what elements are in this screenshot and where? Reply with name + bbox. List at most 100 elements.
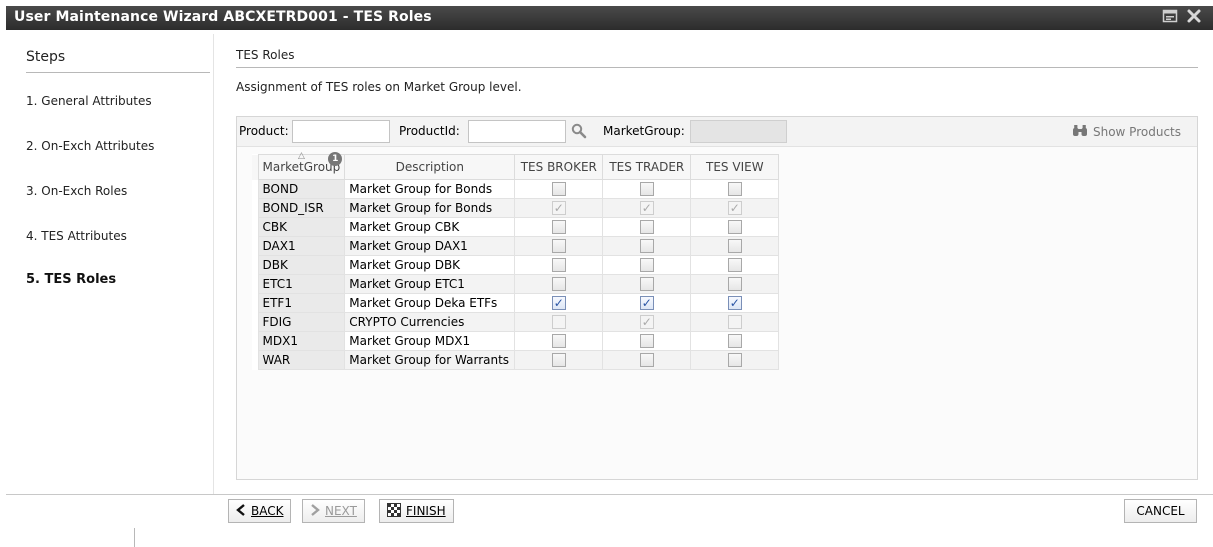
tes-trader-checkbox[interactable] [639,334,654,349]
tes-trader-checkbox[interactable]: ✓ [639,296,654,311]
table-row[interactable]: BOND Market Group for Bonds [252,179,780,199]
next-button[interactable]: NEXT [302,499,365,523]
step-on-exch-attributes[interactable]: 2. On-Exch Attributes [26,139,154,153]
cell-description[interactable]: CRYPTO Currencies [344,312,516,332]
chevron-right-icon [310,503,320,519]
tes-broker-checkbox[interactable]: ✓ [551,296,566,311]
tes-broker-checkbox[interactable] [551,277,566,292]
cell-tes-broker [514,236,604,256]
table-row[interactable]: ETC1 Market Group ETC1 [252,274,780,294]
table-row[interactable]: BOND_ISR Market Group for Bonds ✓ ✓ ✓ [252,198,780,218]
tes-trader-checkbox[interactable] [639,277,654,292]
finish-button[interactable]: FINISH [379,499,454,523]
step-on-exch-roles[interactable]: 3. On-Exch Roles [26,184,127,198]
tes-broker-checkbox[interactable] [551,239,566,254]
tes-view-checkbox[interactable]: ✓ [727,296,742,311]
tes-trader-checkbox[interactable] [639,258,654,273]
table-row[interactable]: WAR Market Group for Warrants [252,350,780,370]
section-title: TES Roles [236,48,295,62]
cell-tes-broker [514,179,604,199]
cell-marketgroup[interactable]: CBK [257,217,346,237]
tes-view-checkbox[interactable] [727,239,742,254]
tes-trader-checkbox[interactable] [639,239,654,254]
show-products-button[interactable]: Show Products [1072,124,1181,140]
cell-marketgroup[interactable]: ETF1 [257,293,346,313]
column-header-tes-trader[interactable]: TES TRADER [602,154,692,180]
tes-trader-checkbox[interactable] [639,182,654,197]
cell-tes-trader: ✓ [602,312,692,332]
cell-description[interactable]: Market Group DAX1 [344,236,516,256]
tes-view-checkbox[interactable] [727,220,742,235]
chevron-left-icon [236,503,246,519]
cell-description[interactable]: Market Group CBK [344,217,516,237]
tes-broker-checkbox[interactable] [551,353,566,368]
cell-marketgroup[interactable]: BOND [257,179,346,199]
tes-broker-checkbox[interactable] [551,220,566,235]
marketgroup-input [690,120,787,143]
column-header-marketgroup[interactable]: △ MarketGroup 1 [257,151,346,180]
cell-description[interactable]: Market Group ETC1 [344,274,516,294]
cell-marketgroup[interactable]: FDIG [257,312,346,332]
table-row[interactable]: MDX1 Market Group MDX1 [252,331,780,351]
cell-description[interactable]: Market Group DBK [344,255,516,275]
step-tes-attributes[interactable]: 4. TES Attributes [26,229,127,243]
back-label: BACK [251,504,284,518]
cell-tes-broker [514,255,604,275]
cell-tes-trader [602,331,692,351]
table-row[interactable]: CBK Market Group CBK [252,217,780,237]
cell-tes-view [690,217,780,237]
productid-label: ProductId: [399,124,460,138]
cell-tes-view [690,236,780,256]
tes-broker-checkbox[interactable] [551,182,566,197]
table-row[interactable]: FDIG CRYPTO Currencies ✓ [252,312,780,332]
cell-tes-view [690,255,780,275]
tes-broker-checkbox[interactable] [551,334,566,349]
footer-divider [6,494,1213,495]
tes-trader-checkbox[interactable] [639,353,654,368]
column-header-tes-view[interactable]: TES VIEW [690,154,780,180]
back-button[interactable]: BACK [228,499,292,523]
cell-tes-broker [514,274,604,294]
step-tes-roles[interactable]: 5. TES Roles [26,272,116,287]
column-header-description[interactable]: Description [344,154,516,180]
tes-view-checkbox[interactable] [727,353,742,368]
table-row[interactable]: DBK Market Group DBK [252,255,780,275]
cell-description[interactable]: Market Group Deka ETFs [344,293,516,313]
productid-input[interactable] [468,120,566,143]
filter-bar: Product: ProductId: MarketGroup: Show Pr… [237,117,1197,147]
cancel-button[interactable]: CANCEL [1124,499,1197,523]
table-row[interactable]: ETF1 Market Group Deka ETFs ✓ ✓ ✓ [252,293,780,313]
cell-marketgroup[interactable]: ETC1 [257,274,346,294]
tes-trader-checkbox[interactable] [639,220,654,235]
cell-marketgroup[interactable]: WAR [257,350,346,370]
tes-view-checkbox[interactable] [727,182,742,197]
step-general-attributes[interactable]: 1. General Attributes [26,94,152,108]
tes-trader-checkbox: ✓ [639,201,654,216]
tes-view-checkbox[interactable] [727,258,742,273]
show-products-label: Show Products [1092,125,1181,139]
tes-view-checkbox[interactable] [727,277,742,292]
search-icon[interactable] [571,123,587,139]
tes-broker-checkbox: ✓ [551,201,566,216]
section-description: Assignment of TES roles on Market Group … [236,80,522,94]
cell-marketgroup[interactable]: MDX1 [257,331,346,351]
product-input[interactable] [292,120,390,143]
cell-description[interactable]: Market Group MDX1 [344,331,516,351]
tes-view-checkbox[interactable] [727,334,742,349]
cell-tes-trader [602,236,692,256]
cell-marketgroup[interactable]: DAX1 [257,236,346,256]
product-label: Product: [239,124,289,138]
steps-panel: Steps 1. General Attributes 2. On-Exch A… [7,34,214,494]
cell-description[interactable]: Market Group for Bonds [344,179,516,199]
tes-broker-checkbox[interactable] [551,258,566,273]
cell-marketgroup[interactable]: DBK [257,255,346,275]
cell-tes-trader [602,274,692,294]
window-menu-icon[interactable] [1161,8,1179,26]
cell-description[interactable]: Market Group for Bonds [344,198,516,218]
column-header-tes-broker[interactable]: TES BROKER [514,154,604,180]
cancel-label: CANCEL [1136,504,1185,518]
cell-description[interactable]: Market Group for Warrants [344,350,516,370]
cell-marketgroup[interactable]: BOND_ISR [257,198,346,218]
close-icon[interactable] [1185,8,1203,26]
table-row[interactable]: DAX1 Market Group DAX1 [252,236,780,256]
